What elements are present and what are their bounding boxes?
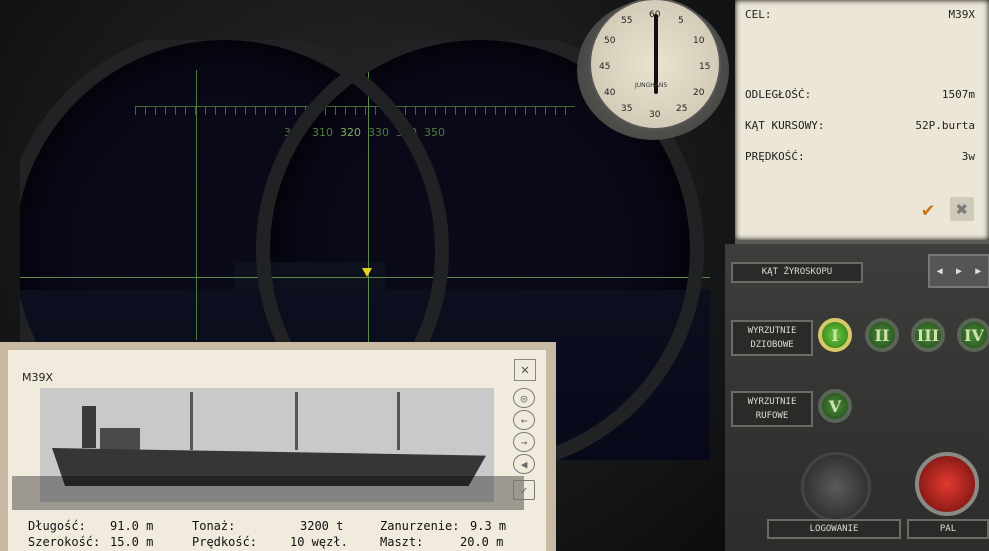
tube-2-button[interactable]: II xyxy=(865,318,899,352)
stopwatch[interactable]: 60 5 10 15 20 25 30 35 40 45 50 55 JUNGH… xyxy=(577,0,729,140)
ship-mast xyxy=(295,392,298,450)
stopwatch-number: 30 xyxy=(649,110,661,120)
stopwatch-number: 50 xyxy=(604,36,616,46)
spec-value: 10 węzł. xyxy=(290,535,348,549)
bearing-label: 350 xyxy=(424,126,445,139)
stopwatch-number: 20 xyxy=(693,88,705,98)
spec-label: Tonaż: xyxy=(192,519,236,533)
target-value: 3w xyxy=(961,150,975,163)
stopwatch-number: 35 xyxy=(621,104,633,114)
bearing-label: 340 xyxy=(396,126,417,139)
target-label: PRĘDKOŚĆ: xyxy=(745,150,805,163)
bearing-label: 300 xyxy=(284,126,305,139)
bearing-label: 310 xyxy=(312,126,333,139)
ship-mast xyxy=(190,392,193,450)
spec-label: Maszt: xyxy=(380,535,424,549)
stopwatch-number: 10 xyxy=(693,36,705,46)
target-label: CEL: xyxy=(745,8,772,21)
target-row: CEL: M39X xyxy=(745,8,975,21)
stopwatch-number: 55 xyxy=(621,16,633,26)
tube-1-button[interactable]: I xyxy=(818,318,852,352)
stopwatch-number: 45 xyxy=(599,62,611,72)
spec-value: 9.3 m xyxy=(470,519,507,533)
ship-superstructure xyxy=(100,428,140,452)
arrow-right-icon[interactable]: ▶ xyxy=(956,266,962,277)
close-card-button[interactable]: ✕ xyxy=(514,359,536,381)
card-shadow-bar xyxy=(12,476,524,510)
ship-class-name: M39X xyxy=(22,371,54,384)
gyro-arrows[interactable]: ◀ ▶ ▶ xyxy=(928,254,989,288)
target-row: ODLEGŁOŚĆ: 1507m xyxy=(745,88,975,101)
arrow-left-icon[interactable]: ← xyxy=(513,410,535,430)
spec-value: 3200 t xyxy=(300,519,344,533)
periscope-screen: 300 310 320 330 340 350 60 5 10 15 20 25… xyxy=(0,0,989,551)
fire-label: PAL xyxy=(907,519,989,539)
tube-4-button[interactable]: IV xyxy=(957,318,989,352)
range-scale xyxy=(196,70,197,340)
bearing-label: 320 xyxy=(340,126,361,139)
target-label: ODLEGŁOŚĆ: xyxy=(745,88,812,101)
target-marker-icon xyxy=(362,268,372,277)
check-icon: ✔ xyxy=(921,197,935,221)
stopwatch-number: 25 xyxy=(676,104,688,114)
target-notepad: CEL: M39X ODLEGŁOŚĆ: 1507m KĄT KURSOWY: … xyxy=(735,0,989,240)
stopwatch-number: 40 xyxy=(604,88,616,98)
target-value: M39X xyxy=(948,8,976,21)
torpedo-control-panel: KĄT ŻYROSKOPU ◀ ▶ ▶ WYRZUTNIE DZIOBOWE I… xyxy=(725,244,989,551)
tube-5-button[interactable]: V xyxy=(818,389,852,423)
target-icon[interactable]: ◎ xyxy=(513,388,535,408)
target-row: KĄT KURSOWY: 52P.burta xyxy=(745,119,975,132)
target-value: 1507m xyxy=(941,88,975,101)
spec-label: Prędkość: xyxy=(192,535,258,549)
ship-mast xyxy=(397,392,400,450)
stopwatch-face: 60 5 10 15 20 25 30 35 40 45 50 55 JUNGH… xyxy=(589,0,721,130)
target-info-panel: CEL: M39X ODLEGŁOŚĆ: 1507m KĄT KURSOWY: … xyxy=(735,0,989,244)
logging-label: LOGOWANIE xyxy=(767,519,901,539)
tube-3-button[interactable]: III xyxy=(911,318,945,352)
target-label: KĄT KURSOWY: xyxy=(745,119,825,132)
bearing-label: 330 xyxy=(368,126,389,139)
bow-tubes-label: WYRZUTNIE DZIOBOWE xyxy=(731,320,813,356)
stopwatch-brand: JUNGHANS xyxy=(635,82,668,89)
spec-value: 20.0 m xyxy=(460,535,504,549)
arrow-right-icon[interactable]: → xyxy=(513,432,535,452)
bearing-scale xyxy=(135,106,575,115)
logging-knob[interactable] xyxy=(801,452,871,522)
check-icon[interactable]: ✓ xyxy=(513,480,535,500)
arrow-right-icon[interactable]: ▶ xyxy=(975,266,981,277)
stern-tubes-label: WYRZUTNIE RUFOWE xyxy=(731,391,813,427)
gyro-angle-button[interactable]: KĄT ŻYROSKOPU xyxy=(731,262,863,283)
target-row: PRĘDKOŚĆ: 3w xyxy=(745,150,975,163)
stopwatch-number: 15 xyxy=(699,62,711,72)
fire-button[interactable] xyxy=(915,452,979,516)
spec-value: 91.0 m xyxy=(110,519,154,533)
confirm-target-button[interactable]: ✔ xyxy=(916,197,940,221)
cancel-target-button[interactable]: ✖ xyxy=(950,197,974,221)
spec-label: Zanurzenie: xyxy=(380,519,460,533)
arrow-left-icon[interactable]: ◀ xyxy=(937,266,943,277)
target-value: 52P.burta xyxy=(915,119,975,132)
spec-value: 15.0 m xyxy=(110,535,154,549)
x-icon: ✖ xyxy=(955,197,969,221)
stopwatch-number: 5 xyxy=(678,16,684,26)
x-icon: ✕ xyxy=(520,362,530,378)
ship-funnel xyxy=(82,406,96,448)
spec-label: Szerokość: xyxy=(28,535,101,549)
sound-icon[interactable]: ◀ xyxy=(513,454,535,474)
spec-label: Długość: xyxy=(28,519,86,533)
reticle-horizontal xyxy=(20,277,710,278)
